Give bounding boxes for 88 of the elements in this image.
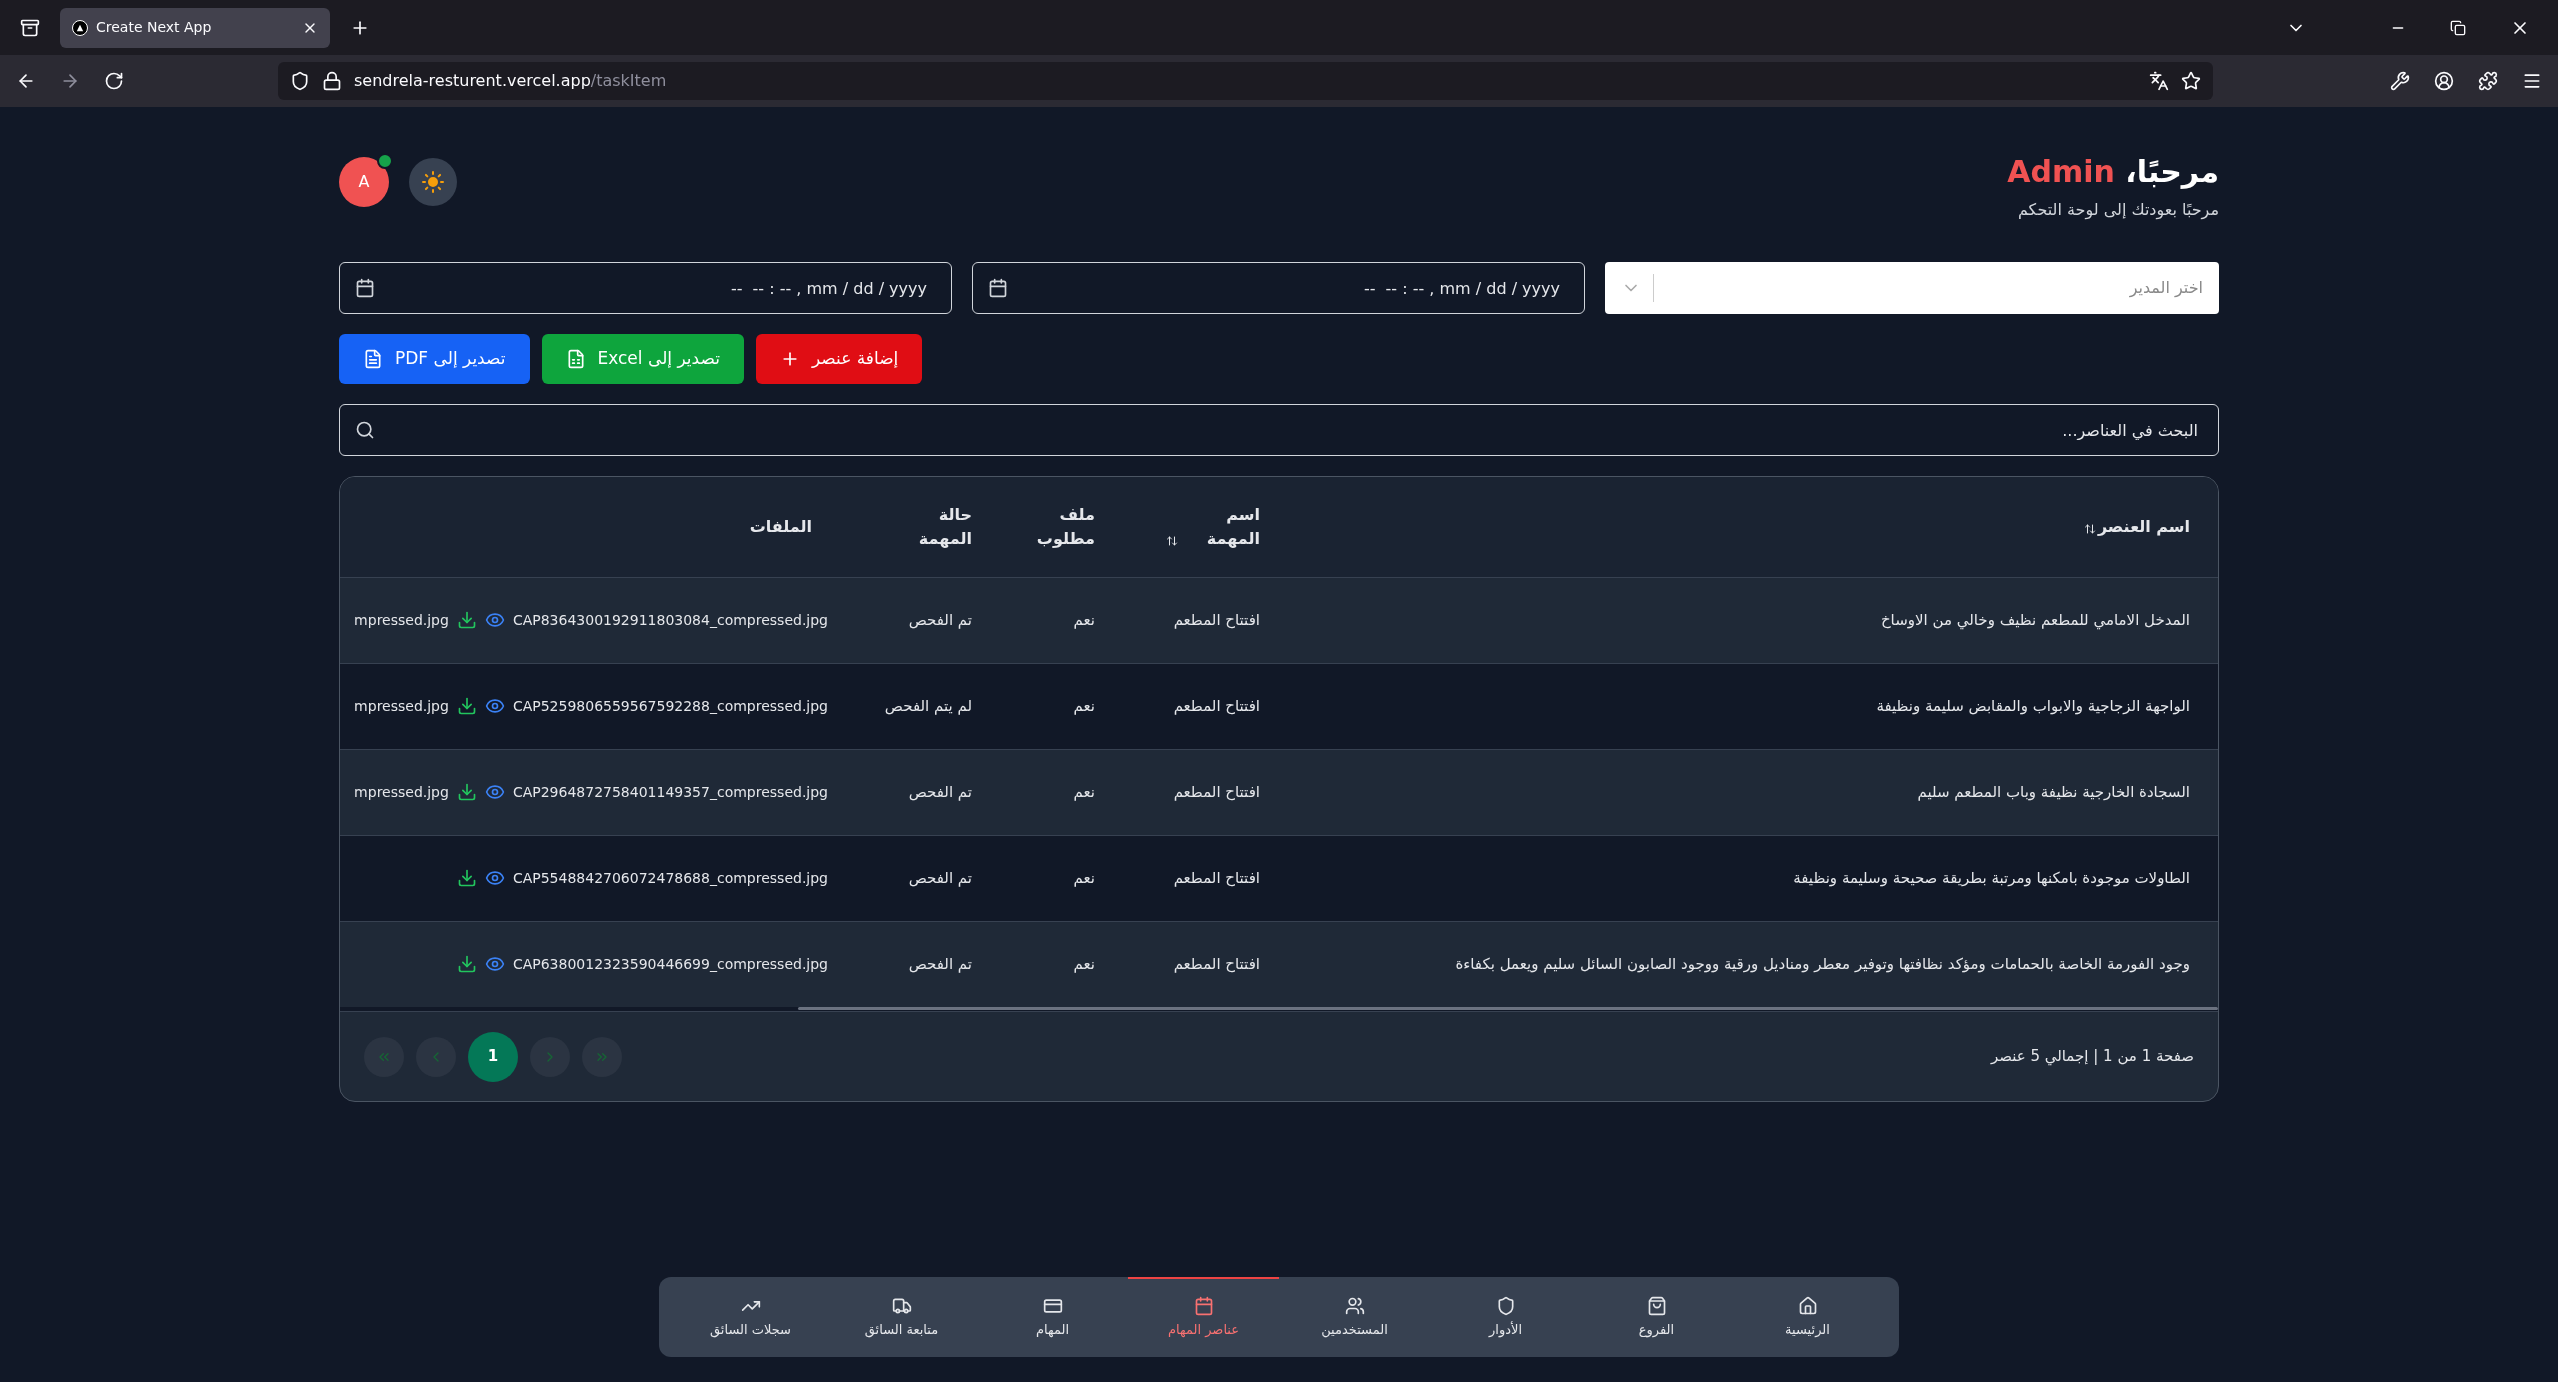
table-cell: نعم [1073,697,1095,715]
file-name: mpressed.jpg [354,782,449,802]
table-cell: افتتاح المطعم [1173,869,1260,887]
search-field[interactable]: البحث في العناصر... [339,404,2219,456]
table-cell: الطاولات موجودة بامكنها ومرتبة بطريقة صحيحة وسليمة ونظيفة [1793,869,2190,887]
table-cell: تم الفحص [908,869,972,887]
table-cell: افتتاح المطعم [1173,611,1260,629]
view-icon[interactable] [484,868,505,888]
menu-icon[interactable] [2522,71,2542,91]
wrench-icon[interactable] [2390,71,2410,91]
table-cell: لم يتم الفحص [884,697,972,715]
theme-toggle[interactable] [409,158,457,206]
translate-icon[interactable] [2149,71,2169,91]
pagination-summary: صفحة 1 من 1 | إجمالي 5 عنصر [1990,1046,2194,1068]
file-name: CAP6380012323590446699_compressed.jpg [512,954,828,974]
nav-item[interactable]: الأدوار [1430,1277,1581,1357]
sort-icon[interactable] [2083,522,2096,535]
column-header: حالة المهمة [917,503,972,550]
table-cell: السجادة الخارجية نظيفة وباب المطعم سليم [1917,783,2190,801]
table-cell: تم الفحص [908,955,972,974]
file-name: CAP5548842706072478688_compressed.jpg [512,868,828,888]
users-icon [1344,1296,1365,1317]
date-field[interactable]: -- -- : -- , mm / dd / yyyy [972,262,1585,314]
table-cell: افتتاح المطعم [1173,697,1260,715]
calendar-icon[interactable] [355,278,375,298]
browser-tab[interactable]: Create Next App [60,7,330,48]
table-cell: وجود الفورمة الخاصة بالحمامات ومؤكد نظافتها وتوفير معطر ومناديل ورقية ووجود الصابون السائل سليم ويعمل بكفاءة [1455,955,2190,974]
table-cell: افتتاح المطعم [1173,955,1260,974]
nav-item[interactable]: سجلات السائق [675,1277,826,1357]
lock-icon[interactable] [322,71,342,91]
table-cell: الواجهة الزجاجية والابواب والمقابض سليمة ونظيفة [1876,697,2190,715]
column-header: اسم العنصر [2097,515,2190,538]
download-icon[interactable] [456,610,477,630]
welcome-subtitle: مرحبًا بعودتك إلى لوحة التحكم [2017,199,2219,222]
add-item-button[interactable]: إضافة عنصر [755,334,923,384]
url-text: sendrela-resturent.vercel.app/taskItem [354,70,667,92]
document-icon [363,349,383,369]
search-icon [355,420,375,440]
column-header: ملف مطلوب [1035,503,1095,550]
file-name: mpressed.jpg [354,696,449,716]
file-name: CAP5259806559567592288_compressed.jpg [512,696,828,716]
sun-icon [421,170,445,194]
nav-item[interactable]: المهام [977,1277,1128,1357]
home-icon [1797,1296,1818,1317]
page-button[interactable]: 1 [468,1031,518,1082]
nav-item[interactable]: الرئيسية [1732,1277,1883,1357]
file-name: CAP2964872758401149357_compressed.jpg [512,782,828,802]
table-cell: افتتاح المطعم [1173,783,1260,801]
nav-item[interactable]: عناصر المهام [1128,1277,1279,1357]
bookmark-icon[interactable] [2181,71,2201,91]
calendar-icon [1193,1296,1214,1317]
account-icon[interactable] [2434,71,2454,91]
export-pdf-button[interactable]: تصدير إلى PDF [339,334,530,384]
download-icon[interactable] [456,868,477,888]
site-icon [72,19,88,36]
download-icon[interactable] [456,696,477,716]
nav-item[interactable]: الفروع [1581,1277,1732,1357]
nav-item[interactable]: متابعة السائق [826,1277,977,1357]
table-cell: نعم [1073,955,1095,974]
view-icon[interactable] [484,610,505,630]
scrollbar[interactable] [798,1007,2218,1010]
date-field[interactable]: -- -- : -- , mm / dd / yyyy [339,262,952,314]
table-cell: نعم [1073,611,1095,629]
file-name: CAP8364300192911803084_compressed.jpg [512,610,828,630]
extensions-icon[interactable] [2478,71,2498,91]
tab-title: Create Next App [96,18,213,37]
restore-icon[interactable] [2450,19,2466,36]
bag-icon [1646,1296,1667,1317]
sort-icon[interactable] [1166,534,1178,547]
table-cell: المدخل الامامي للمطعم نظيف وخالي من الاوساخ [1880,611,2190,629]
reload-icon[interactable] [104,71,124,91]
table-cell: نعم [1073,783,1095,801]
tab-list-icon[interactable] [20,17,40,38]
manager-select[interactable]: اختر المدير [1605,262,2219,314]
file-name: mpressed.jpg [354,610,449,630]
table-cell: تم الفحص [908,611,972,629]
table-cell: تم الفحص [908,783,972,801]
shield-icon[interactable] [290,71,310,91]
view-icon[interactable] [484,696,505,716]
table-cell: نعم [1073,869,1095,887]
download-icon[interactable] [456,954,477,975]
download-icon[interactable] [456,782,477,802]
column-header: الملفات [749,515,812,538]
view-icon[interactable] [484,782,505,802]
nav-item[interactable]: المستخدمين [1279,1277,1430,1357]
calendar-icon[interactable] [988,278,1008,298]
column-header: اسم المهمة [1205,503,1260,550]
address-bar[interactable]: sendrela-resturent.vercel.app/taskItem [278,62,2213,100]
